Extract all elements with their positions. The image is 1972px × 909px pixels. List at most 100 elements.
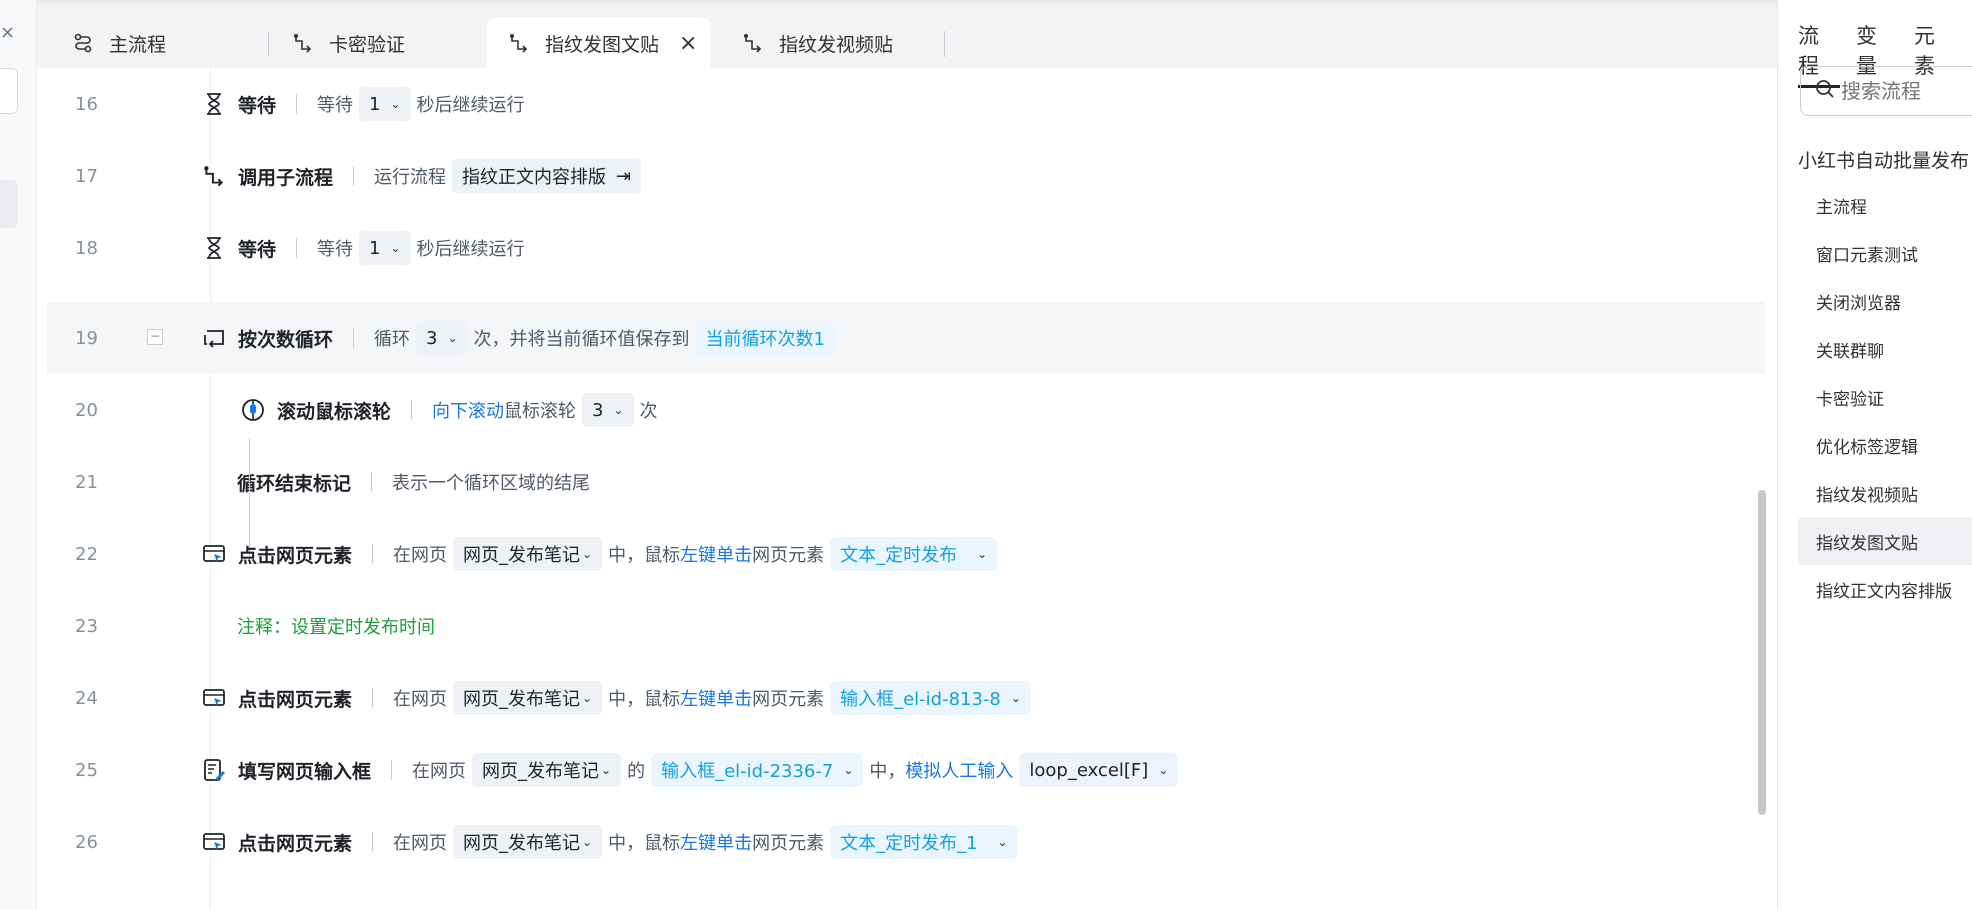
step-text: 鼠标滚轮 bbox=[504, 401, 577, 422]
step-row-21[interactable]: 21 循环结束标记 表示一个循环区域的结尾 bbox=[47, 446, 1765, 518]
click-type-link[interactable]: 左键单击 bbox=[680, 829, 752, 855]
page-select[interactable]: 网页_发布笔记 ⌄ bbox=[453, 537, 603, 571]
flow-list-item[interactable]: 优化标签逻辑 bbox=[1798, 425, 1972, 465]
element-select[interactable]: 文本_定时发布_1 ⌄ bbox=[830, 825, 1018, 859]
flow-search-box[interactable] bbox=[1800, 66, 1972, 116]
page-select[interactable]: 网页_发布笔记 ⌄ bbox=[472, 753, 622, 787]
select-value: 网页_发布笔记 bbox=[482, 761, 600, 782]
close-tab-icon[interactable]: × bbox=[679, 31, 697, 56]
step-row-17[interactable]: 17 调用子流程 运行流程 指纹正文内容排版 ⇥ bbox=[47, 140, 1765, 212]
step-row-22[interactable]: 22 点击网页元素 在网页 网页_发布笔记 ⌄ 中，鼠标 左键单击 网页元素 文本… bbox=[47, 518, 1765, 590]
step-title: 点击网页元素 bbox=[238, 688, 353, 711]
step-text: 在网页 bbox=[393, 545, 448, 566]
flow-list-item[interactable]: 窗口元素测试 bbox=[1798, 233, 1972, 273]
right-panel: 流程 变量 元素 小红书自动批量发布 主流程 窗口元素测试 关闭浏览器 关联群聊… bbox=[1777, 0, 1972, 909]
step-row-20[interactable]: 20 滚动鼠标滚轮 向下滚动 鼠标滚轮 3 ⌄ 次 bbox=[47, 374, 1765, 446]
flow-list-item[interactable]: 关闭浏览器 bbox=[1798, 281, 1972, 321]
click-type-link[interactable]: 左键单击 bbox=[680, 685, 752, 711]
loop-variable[interactable]: 当前循环次数1 bbox=[695, 321, 835, 355]
step-text: 等待 bbox=[317, 95, 354, 116]
collapse-toggle[interactable]: − bbox=[147, 329, 163, 345]
hourglass-icon bbox=[200, 234, 228, 262]
flow-list-item[interactable]: 卡密验证 bbox=[1798, 377, 1972, 417]
chevron-down-icon: ⌄ bbox=[582, 691, 593, 705]
vertical-scrollbar[interactable] bbox=[1758, 490, 1766, 815]
scroll-count-select[interactable]: 3 ⌄ bbox=[582, 393, 634, 427]
step-text: 在网页 bbox=[393, 833, 448, 854]
app-window: × 主流程 卡密验证 指纹发图文贴 × 指纹发视频贴 16 等待 等待 1 ⌄ … bbox=[0, 0, 1972, 909]
step-row-16[interactable]: 16 等待 等待 1 ⌄ 秒后继续运行 bbox=[47, 68, 1765, 140]
divider bbox=[296, 238, 298, 258]
step-text: 次，并将当前循环值保存到 bbox=[473, 329, 690, 350]
chevron-down-icon: ⌄ bbox=[613, 403, 624, 417]
flow-list-item[interactable]: 指纹发视频贴 bbox=[1798, 473, 1972, 513]
tab-main-flow[interactable]: 主流程 bbox=[71, 17, 166, 69]
select-value: 网页_发布笔记 bbox=[463, 545, 581, 566]
step-title: 点击网页元素 bbox=[238, 544, 353, 567]
chevron-down-icon: ⌄ bbox=[1158, 763, 1169, 777]
tab-card-verify[interactable]: 卡密验证 bbox=[291, 17, 405, 69]
chevron-down-icon: ⌄ bbox=[582, 835, 593, 849]
close-icon[interactable]: × bbox=[0, 22, 15, 43]
element-select[interactable]: 输入框_el-id-2336-7 ⌄ bbox=[651, 753, 864, 787]
left-panel-selected-item[interactable] bbox=[0, 180, 18, 228]
select-value: 网页_发布笔记 bbox=[463, 689, 581, 710]
step-text: 等待 bbox=[317, 239, 354, 260]
flow-search-input[interactable] bbox=[1841, 79, 1972, 103]
step-row-23[interactable]: 23 注释：设置定时发布时间 bbox=[47, 590, 1765, 662]
line-number: 17 bbox=[75, 165, 98, 187]
line-number: 23 bbox=[75, 615, 98, 637]
step-text: 中，鼠标 bbox=[608, 545, 681, 566]
chevron-down-icon: ⌄ bbox=[997, 835, 1008, 849]
enter-subflow-icon[interactable]: ⇥ bbox=[616, 166, 631, 187]
step-title: 填写网页输入框 bbox=[238, 760, 372, 783]
flow-group-title[interactable]: 小红书自动批量发布 bbox=[1798, 146, 1969, 173]
input-mode-link[interactable]: 模拟人工输入 bbox=[905, 757, 1013, 783]
tab-fingerprint-image-post[interactable]: 指纹发图文贴 × bbox=[487, 17, 710, 69]
wait-seconds-select[interactable]: 1 ⌄ bbox=[359, 231, 411, 265]
step-title: 滚动鼠标滚轮 bbox=[277, 400, 392, 423]
element-select[interactable]: 输入框_el-id-813-8 ⌄ bbox=[830, 681, 1031, 715]
step-title: 等待 bbox=[238, 238, 277, 261]
page-select[interactable]: 网页_发布笔记 ⌄ bbox=[453, 825, 603, 859]
chevron-down-icon: ⌄ bbox=[447, 331, 458, 345]
main-flow-icon bbox=[71, 31, 95, 55]
scroll-direction-link[interactable]: 向下滚动 bbox=[432, 397, 504, 423]
step-row-26[interactable]: 26 点击网页元素 在网页 网页_发布笔记 ⌄ 中，鼠标 左键单击 网页元素 文本… bbox=[47, 806, 1765, 878]
step-text: 中， bbox=[869, 761, 906, 782]
step-text: 运行流程 bbox=[374, 167, 447, 188]
divider bbox=[372, 544, 374, 564]
page-select[interactable]: 网页_发布笔记 ⌄ bbox=[453, 681, 603, 715]
flow-list-item-active[interactable]: 指纹发图文贴 bbox=[1798, 517, 1972, 565]
line-number: 20 bbox=[75, 399, 98, 421]
click-web-element-icon bbox=[200, 828, 228, 856]
flow-list-item[interactable]: 主流程 bbox=[1798, 185, 1972, 225]
element-select[interactable]: 文本_定时发布 ⌄ bbox=[830, 537, 998, 571]
wait-seconds-select[interactable]: 1 ⌄ bbox=[359, 87, 411, 121]
tab-divider bbox=[944, 31, 945, 57]
chevron-down-icon: ⌄ bbox=[582, 547, 593, 561]
step-text: 网页元素 bbox=[752, 689, 825, 710]
step-text: 次 bbox=[639, 401, 658, 422]
step-row-18[interactable]: 18 等待 等待 1 ⌄ 秒后继续运行 bbox=[47, 212, 1765, 284]
divider bbox=[371, 472, 373, 492]
loop-count-select[interactable]: 3 ⌄ bbox=[416, 321, 468, 355]
tab-fingerprint-video-post[interactable]: 指纹发视频贴 bbox=[741, 17, 893, 69]
input-value-select[interactable]: loop_excel[F] ⌄ bbox=[1019, 753, 1179, 787]
step-row-25[interactable]: 25 填写网页输入框 在网页 网页_发布笔记 ⌄ 的 输入框_el-id-2336… bbox=[47, 734, 1765, 806]
select-value: 输入框_el-id-813-8 bbox=[840, 689, 1001, 710]
tab-divider bbox=[268, 31, 269, 57]
step-row-19[interactable]: 19 − 按次数循环 循环 3 ⌄ 次，并将当前循环值保存到 当前循环次数1 bbox=[47, 302, 1765, 374]
select-value: 文本_定时发布_1 bbox=[840, 833, 978, 854]
click-type-link[interactable]: 左键单击 bbox=[680, 541, 752, 567]
left-panel-input[interactable] bbox=[0, 68, 18, 114]
flow-list-item[interactable]: 指纹正文内容排版 bbox=[1798, 569, 1972, 609]
step-text: 中，鼠标 bbox=[608, 689, 681, 710]
subflow-select[interactable]: 指纹正文内容排版 ⇥ bbox=[452, 159, 642, 193]
select-value: 输入框_el-id-2336-7 bbox=[661, 761, 834, 782]
step-row-24[interactable]: 24 点击网页元素 在网页 网页_发布笔记 ⌄ 中，鼠标 左键单击 网页元素 输入… bbox=[47, 662, 1765, 734]
subflow-icon bbox=[291, 31, 315, 55]
flow-list-item[interactable]: 关联群聊 bbox=[1798, 329, 1972, 369]
step-title: 按次数循环 bbox=[238, 328, 334, 351]
step-title: 等待 bbox=[238, 94, 277, 117]
